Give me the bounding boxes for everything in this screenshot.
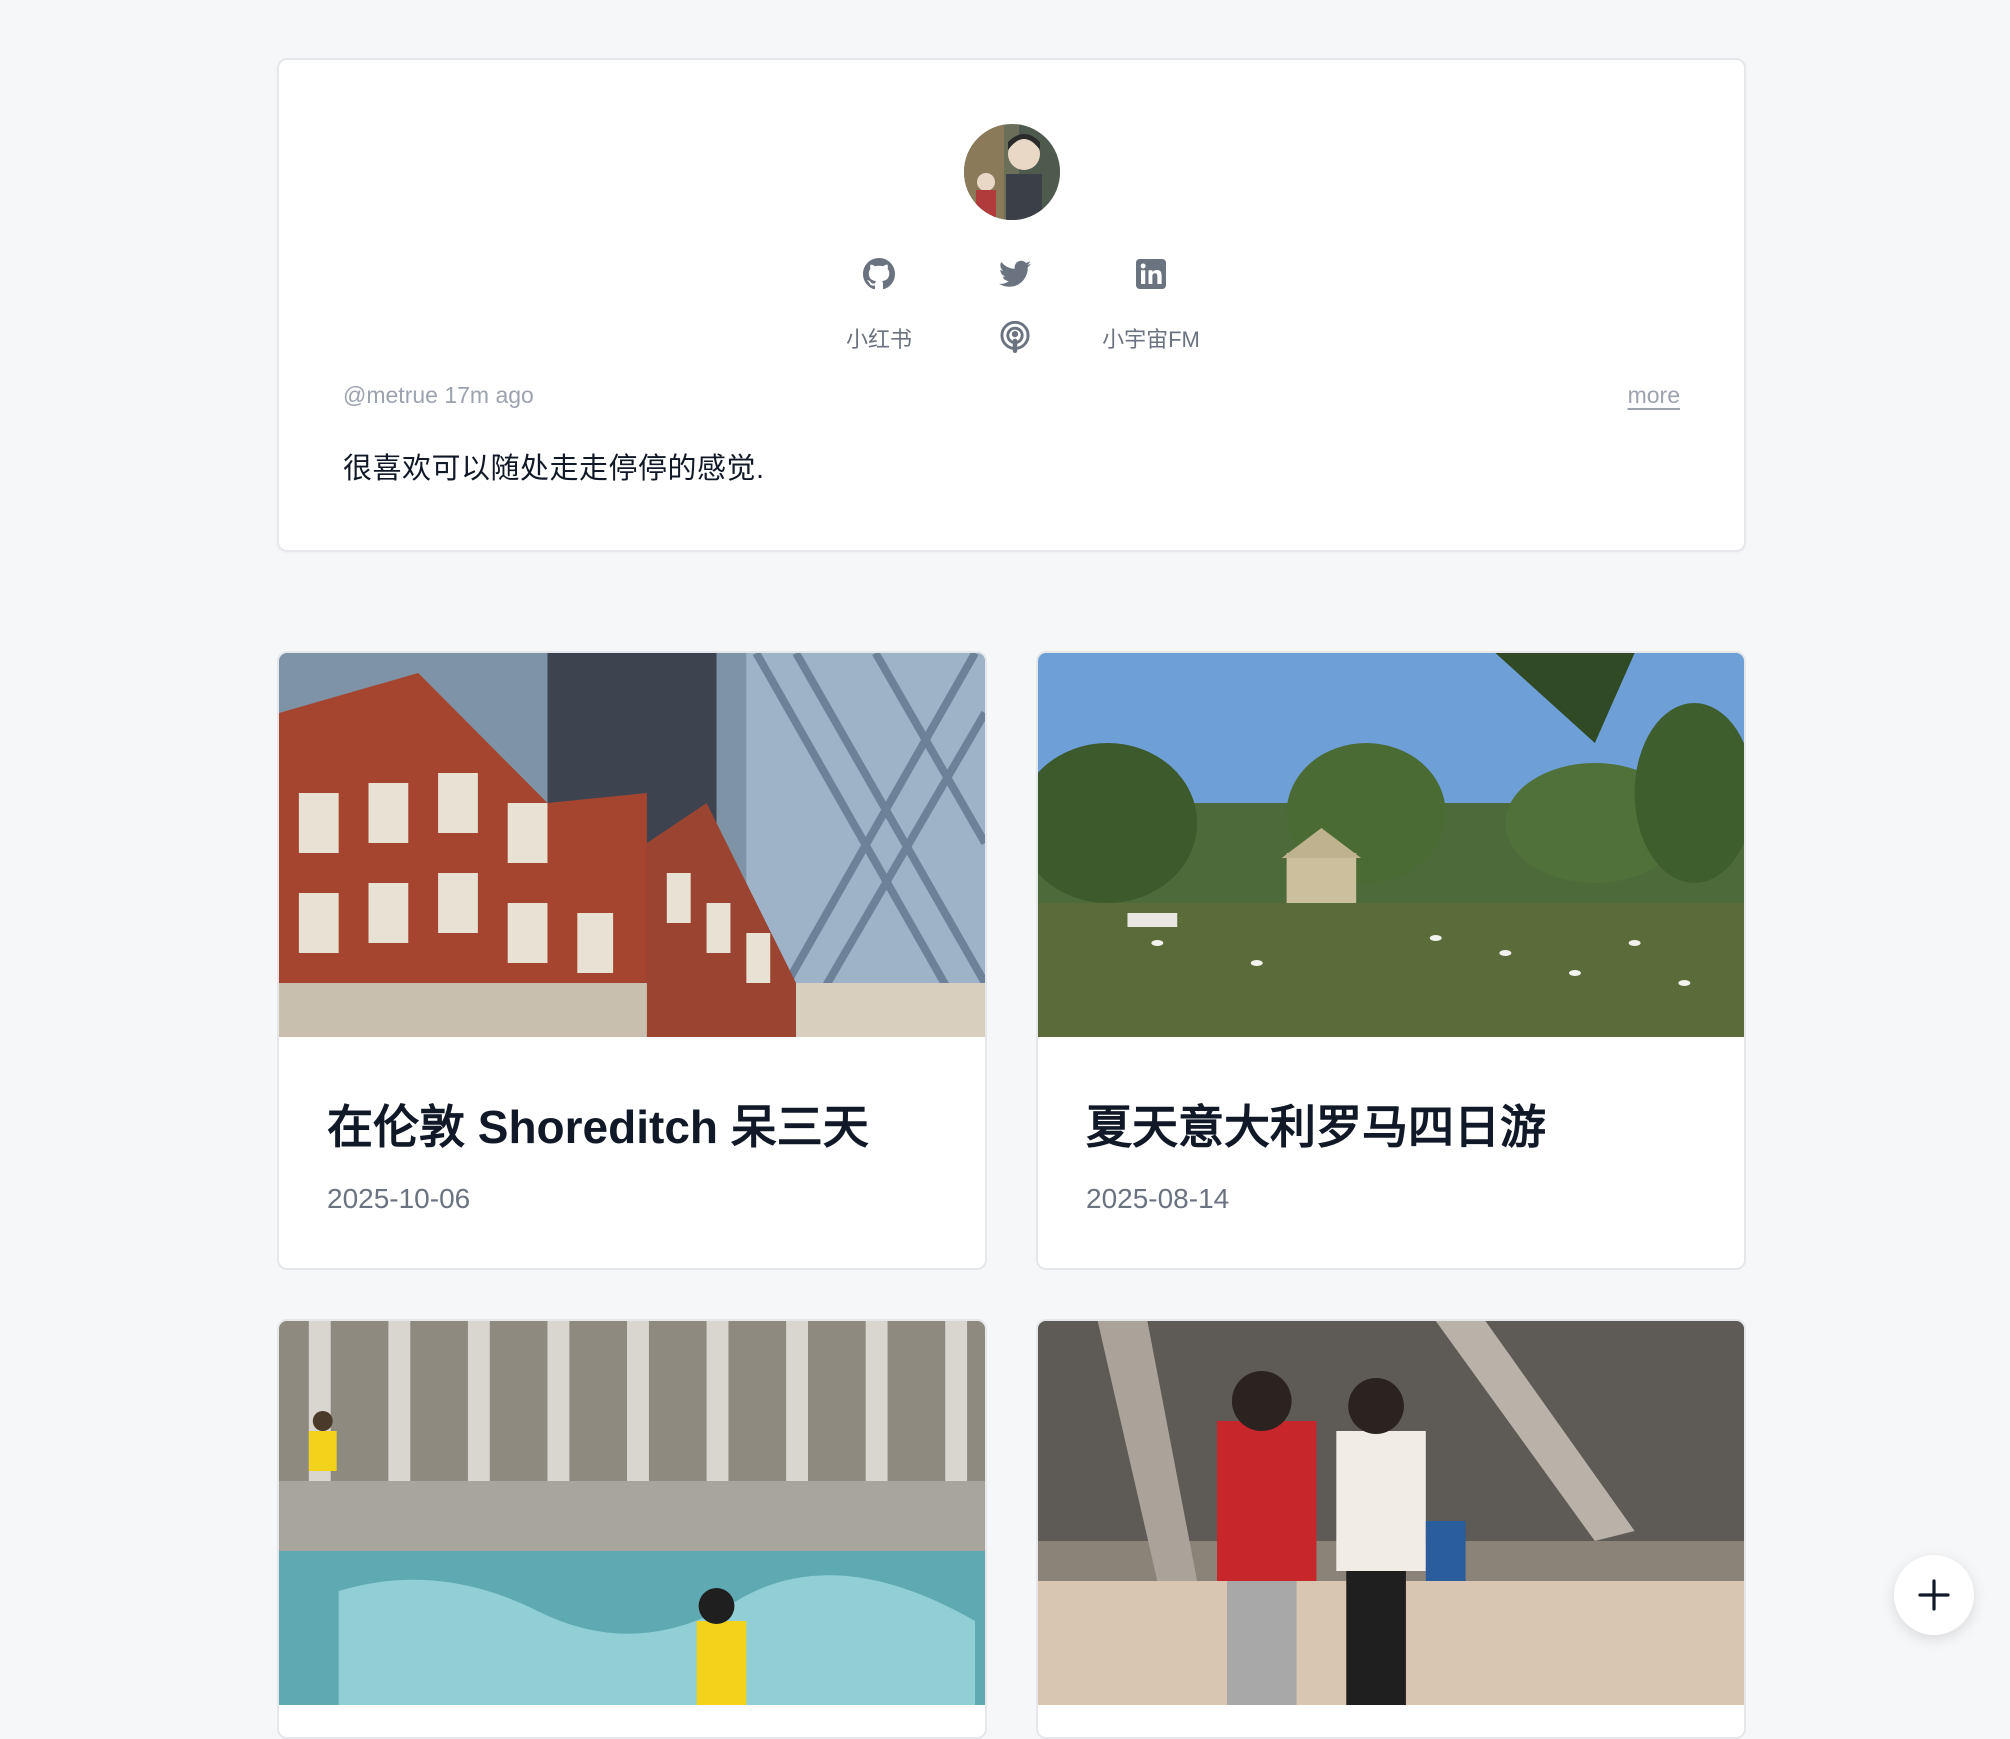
xiaoyuzhou-fm-link[interactable]: 小宇宙FM [1091,308,1211,368]
post-title[interactable]: 夏天意大利罗马四日游 [1086,1091,1546,1157]
post-card[interactable] [277,1319,987,1739]
post-cover-image [1038,1321,1744,1705]
podcast-icon [1000,321,1030,354]
more-link[interactable]: more [1628,382,1680,409]
post-title[interactable]: 在伦敦 Shoreditch 呆三天 [327,1091,869,1157]
xiaohongshu-label: 小红书 [845,327,912,352]
twitter-icon [999,260,1031,287]
plus-icon [1918,1579,1950,1611]
status-meta: @metrue 17m ago [343,382,534,408]
post-date: 2025-10-06 [327,1183,471,1214]
post-card[interactable]: 夏天意大利罗马四日游 2025-08-14 [1036,651,1746,1270]
post-date: 2025-08-14 [1086,1183,1230,1214]
twitter-link[interactable] [985,244,1045,304]
post-card[interactable] [1036,1319,1746,1739]
profile-card: 小红书 小宇宙FM @metrue 17m ago more 很喜欢可以随处走走… [277,58,1746,552]
xiaoyuzhou-fm-label: 小宇宙FM [1102,327,1200,352]
post-cover-image [279,653,985,1037]
post-cover-image [279,1321,985,1705]
post-card[interactable]: 在伦敦 Shoreditch 呆三天 2025-10-06 [277,651,987,1270]
podcast-link[interactable] [985,308,1045,368]
xiaohongshu-link[interactable]: 小红书 [829,308,929,368]
linkedin-link[interactable] [1121,244,1181,304]
github-link[interactable] [849,244,909,304]
status-text: 很喜欢可以随处走走停停的感觉. [343,453,765,485]
avatar[interactable] [964,124,1060,220]
linkedin-icon [1136,259,1166,289]
post-cover-image [1038,653,1744,1037]
github-icon [863,258,895,290]
add-button[interactable] [1894,1555,1974,1635]
